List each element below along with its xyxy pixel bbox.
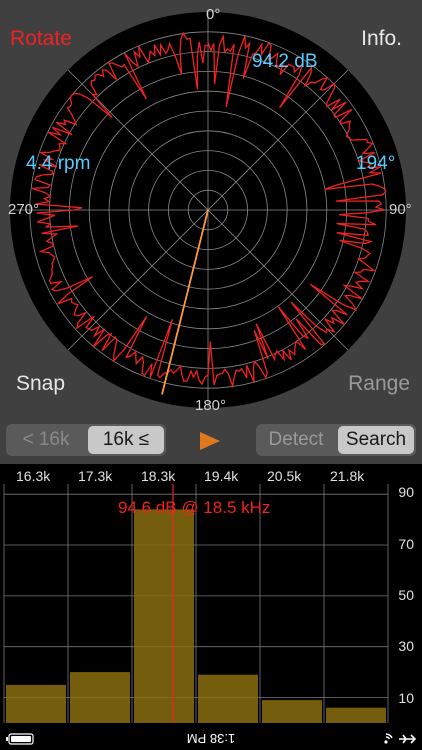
spectrum-bar [6,684,66,723]
y-tick-label: 30 [398,638,414,654]
x-tick-label: 19.4k [204,468,239,484]
low-filter-button[interactable]: < 16k [6,424,86,456]
spectrum-bar [262,700,322,723]
degree-label-0: 0° [206,6,221,23]
frequency-filter-segment: < 16k 16k ≤ [6,424,166,456]
play-icon[interactable] [198,430,222,452]
airplane-icon [399,734,416,744]
snap-button[interactable]: Snap [16,372,65,396]
x-tick-label: 16.3k [16,468,51,484]
angle-readout: 194° [356,153,396,174]
high-filter-button[interactable]: 16k ≤ [88,426,164,454]
degree-label-180: 180° [195,397,227,414]
mode-segment: Detect Search [256,424,416,456]
degree-label-270: 270° [8,201,40,218]
rotate-button[interactable]: Rotate [10,27,72,51]
polar-plot [10,12,406,408]
spectrum-bar [70,672,130,723]
spectrum-bar [326,707,386,723]
y-tick-label: 10 [398,690,414,706]
search-button[interactable]: Search [338,426,414,454]
spectrum-chart: 16.3k 17.3k 18.3k 19.4k 20.5k 21.8k 90 7… [0,464,422,728]
controls-bar: < 16k 16k ≤ Detect Search [0,418,422,464]
detect-button[interactable]: Detect [256,424,336,456]
level-readout: 94.2 dB [252,51,318,72]
polar-panel: Rotate Info. Snap Range 0° 90° 180° 270°… [0,0,422,418]
wifi-icon [384,733,393,744]
info-button[interactable]: Info. [361,27,402,51]
y-tick-label: 50 [398,587,414,603]
degree-label-90: 90° [389,201,412,218]
rpm-readout: 4.4 rpm [26,153,91,174]
x-tick-label: 18.3k [141,468,176,484]
y-tick-label: 90 [398,484,414,500]
spectrum-bar [134,509,194,723]
x-tick-label: 20.5k [267,468,302,484]
y-tick-label: 70 [398,536,414,552]
range-button[interactable]: Range [348,372,410,396]
spectrum-bar [198,674,258,723]
status-bar: 1:38 PM [0,728,422,750]
status-time: 1:38 PM [186,731,236,746]
peak-label: 94.6 dB @ 18.5 kHz [118,498,271,517]
x-tick-label: 17.3k [78,468,113,484]
x-tick-label: 21.8k [330,468,365,484]
